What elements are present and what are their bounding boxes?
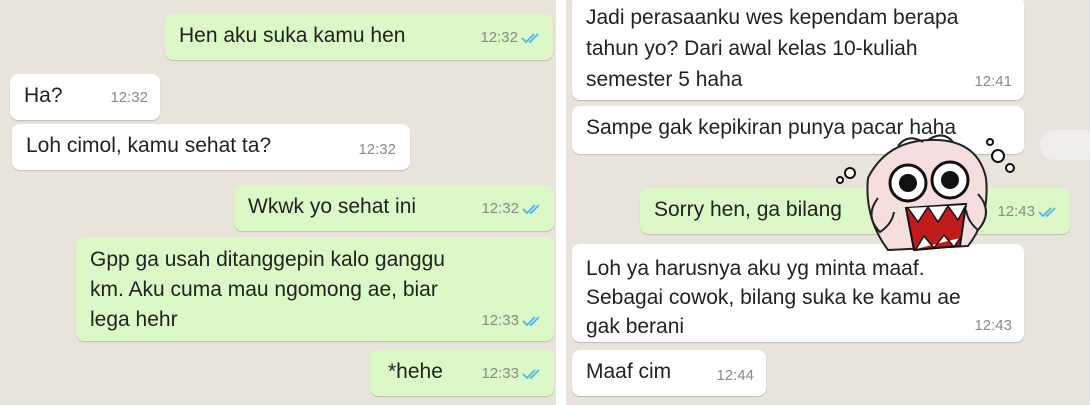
- message-bubble[interactable]: Maaf cim 12:44: [572, 350, 766, 396]
- message-meta: 12:33: [481, 307, 544, 335]
- message-bubble[interactable]: Hen aku suka kamu hen 12:32: [165, 14, 553, 60]
- message-time: 12:32: [110, 89, 148, 106]
- message-bubble[interactable]: Ha? 12:32: [10, 74, 160, 120]
- message-meta: 12:33: [481, 360, 544, 388]
- message-time: 12:44: [716, 367, 754, 384]
- message-meta: 12:32: [481, 195, 544, 223]
- message-bubble[interactable]: Wkwk yo sehat ini 12:32: [234, 185, 554, 231]
- message-text: Gpp ga usah ditanggepin kalo ganggu km. …: [90, 248, 445, 331]
- message-bubble[interactable]: Jadi perasaanku wes kependam berapa tahu…: [572, 0, 1024, 100]
- double-check-icon: [522, 203, 544, 215]
- message-time: 12:33: [481, 312, 519, 329]
- message-bubble[interactable]: Loh cimol, kamu sehat ta? 12:32: [12, 124, 410, 170]
- message-meta: 12:44: [716, 362, 754, 390]
- chat-panel-left: Hen aku suka kamu hen 12:32 Ha? 12:32 Lo…: [0, 0, 556, 405]
- message-time: 12:41: [974, 73, 1012, 90]
- message-bubble[interactable]: Loh ya harusnya aku yg minta maaf. Sebag…: [572, 244, 1024, 342]
- message-bubble[interactable]: Gpp ga usah ditanggepin kalo ganggu km. …: [76, 237, 554, 341]
- message-text: Hen aku suka kamu hen: [179, 24, 406, 47]
- message-time: 12:32: [481, 200, 519, 217]
- double-check-icon: [522, 315, 544, 327]
- message-meta: 12:32: [480, 24, 543, 52]
- message-meta: 12:32: [358, 136, 396, 164]
- message-time: 12:33: [481, 365, 519, 382]
- message-time: 12:43: [974, 317, 1012, 334]
- double-check-icon: [1038, 206, 1060, 218]
- message-meta: 12:41: [974, 68, 1012, 96]
- message-text: Loh cimol, kamu sehat ta?: [26, 134, 272, 157]
- message-text: Loh ya harusnya aku yg minta maaf. Sebag…: [586, 257, 961, 338]
- double-check-icon: [521, 32, 543, 44]
- message-meta: 12:32: [110, 84, 148, 112]
- message-time: 12:32: [358, 141, 396, 158]
- message-bubble[interactable]: *hehe 12:33: [370, 350, 554, 396]
- message-time: 12:32: [480, 29, 518, 46]
- double-check-icon: [522, 368, 544, 380]
- shocked-face-sticker-icon: [828, 128, 1028, 258]
- message-text: Jadi perasaanku wes kependam berapa tahu…: [586, 6, 959, 91]
- message-meta: 12:43: [974, 312, 1012, 340]
- background-bubble-shape: [1040, 130, 1090, 160]
